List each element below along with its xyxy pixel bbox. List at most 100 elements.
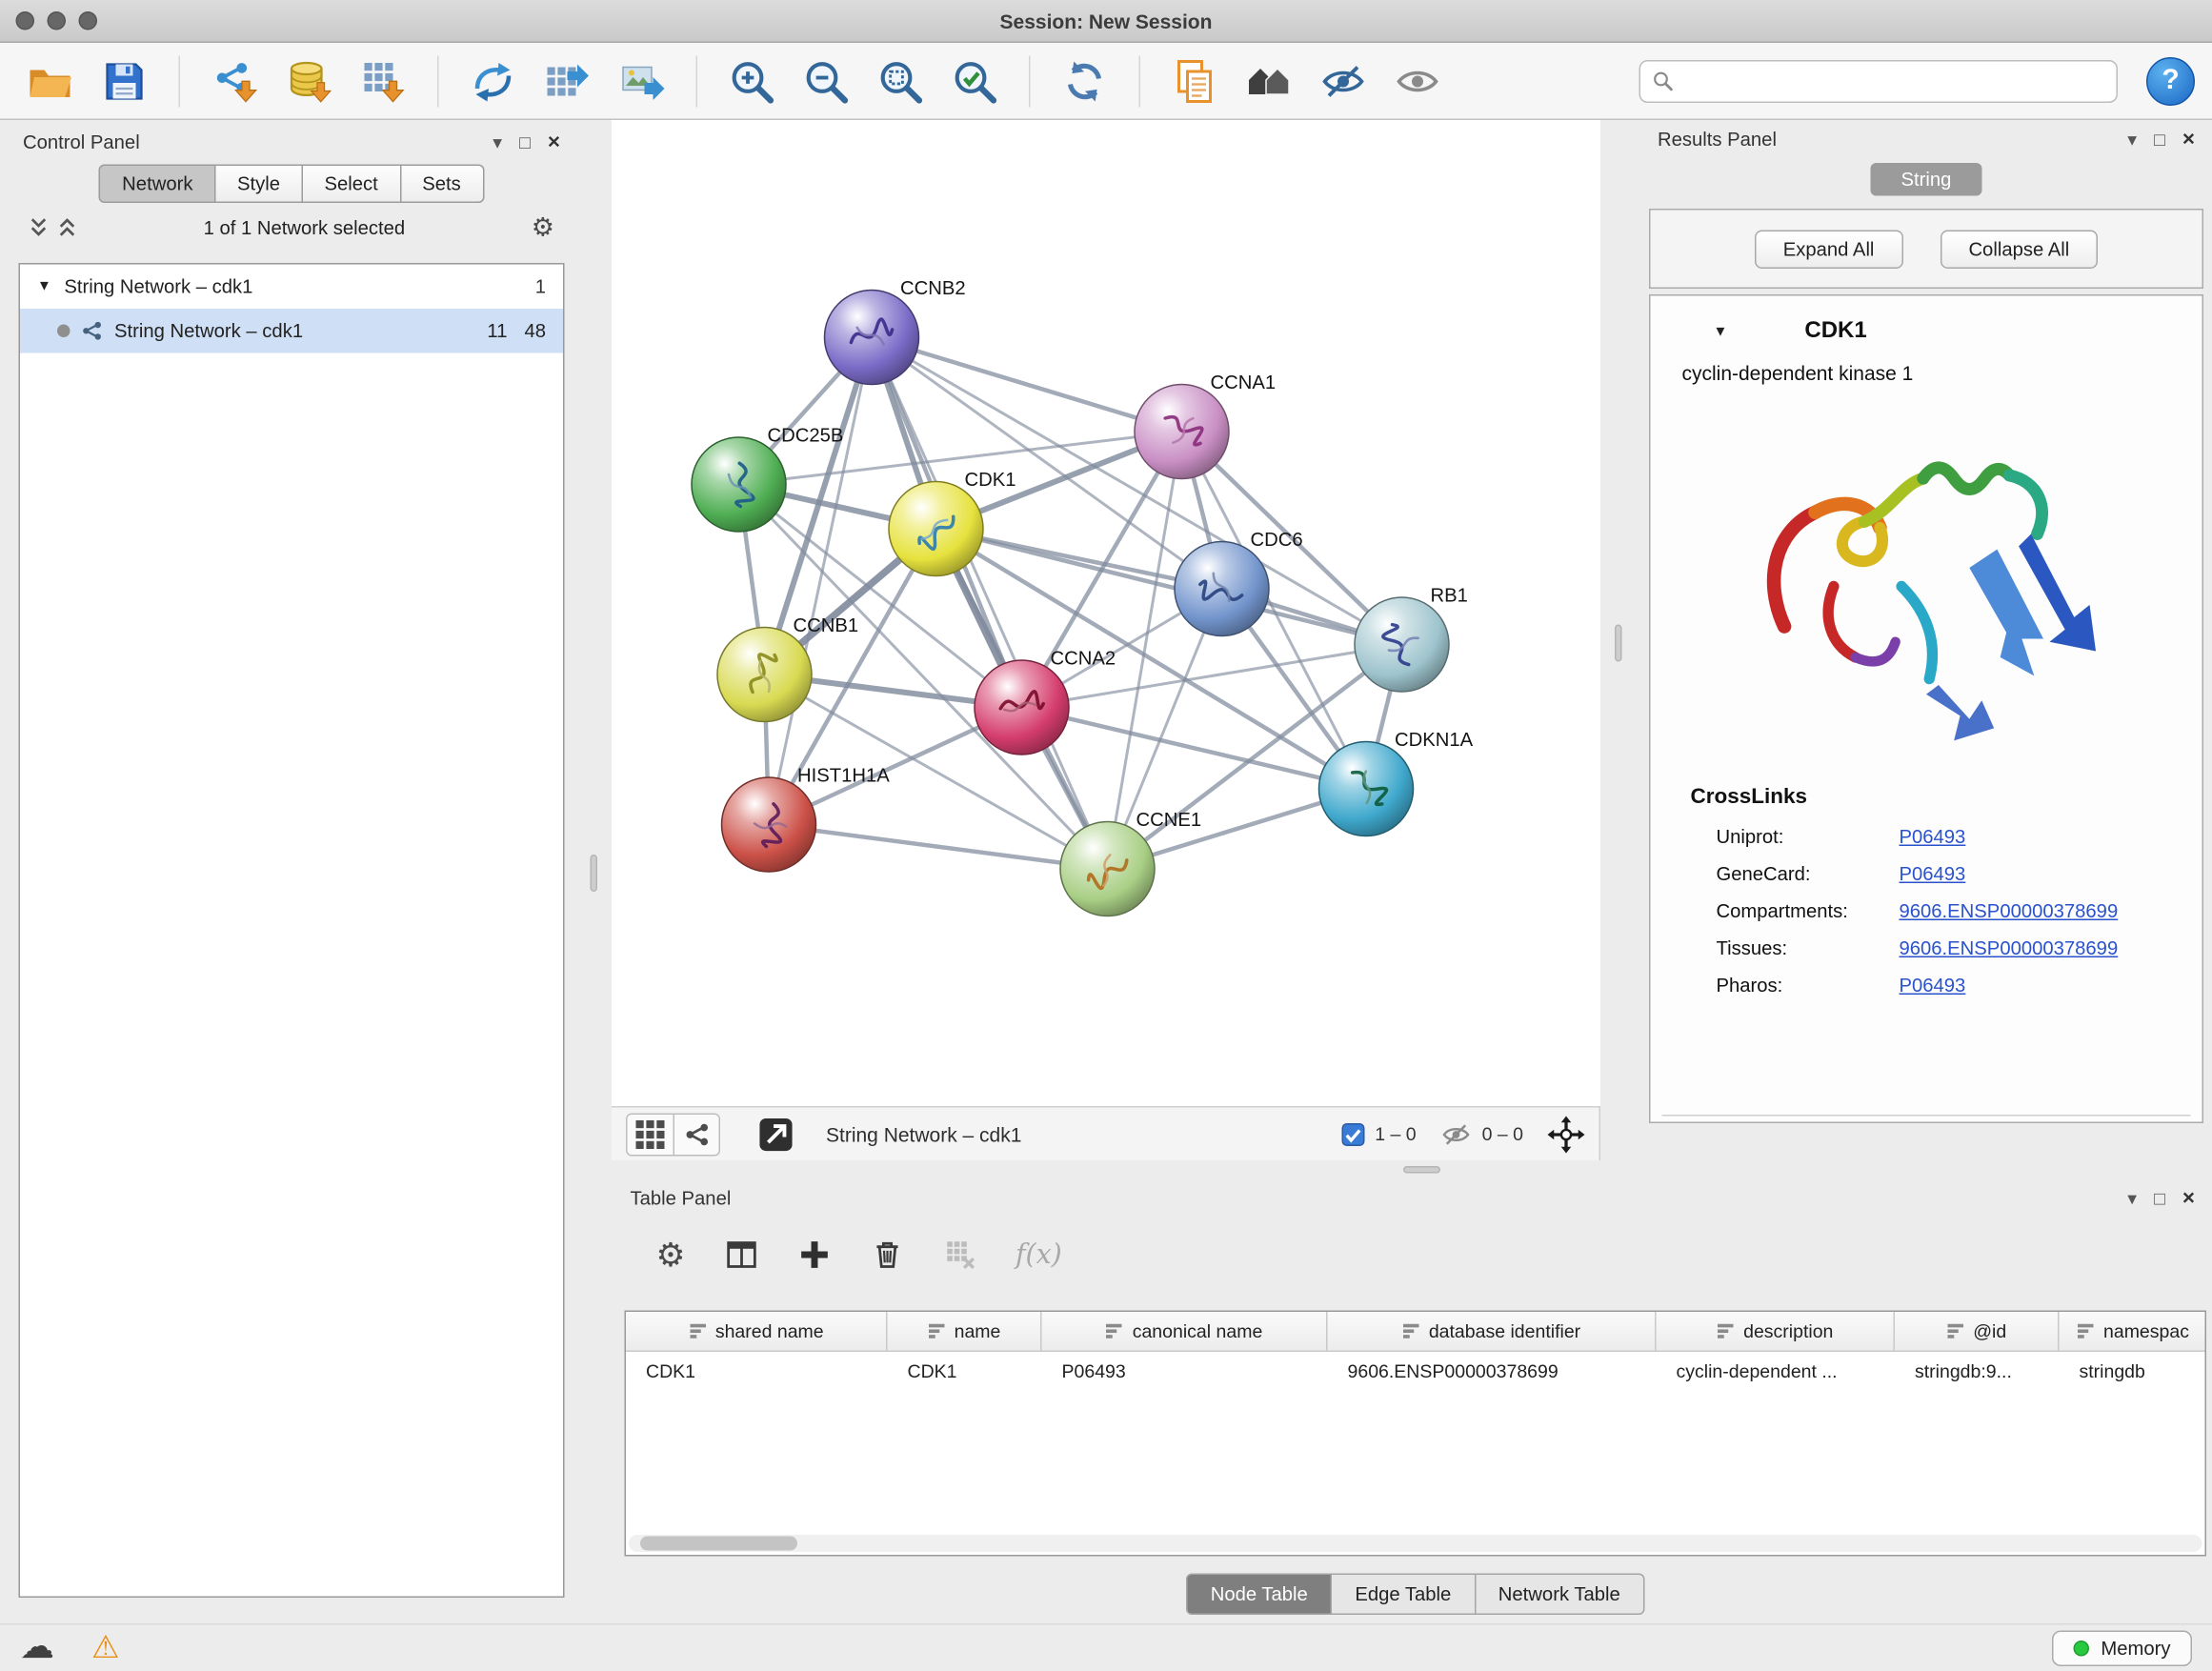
detach-view-button[interactable] bbox=[757, 1116, 794, 1153]
pan-crosshair-icon[interactable] bbox=[1548, 1116, 1585, 1153]
expand-all-button[interactable]: Expand All bbox=[1755, 230, 1903, 269]
tab-style[interactable]: Style bbox=[215, 165, 303, 204]
delete-column-icon[interactable] bbox=[870, 1238, 904, 1272]
canvas-background[interactable] bbox=[612, 120, 1600, 1106]
zoom-selected-button[interactable] bbox=[942, 50, 1008, 112]
network-options-gear-icon[interactable]: ⚙ bbox=[532, 214, 554, 240]
maximize-panel-icon[interactable]: □ bbox=[2154, 130, 2165, 149]
add-column-icon[interactable] bbox=[796, 1238, 831, 1272]
node-CCNB1[interactable] bbox=[717, 628, 812, 722]
tab-network-table[interactable]: Network Table bbox=[1476, 1574, 1644, 1616]
float-panel-icon[interactable]: ▾ bbox=[2127, 130, 2137, 149]
network-canvas[interactable]: CCNB2CCNA1CDC25BCDK1CDC6RB1CCNB1CCNA2CDK… bbox=[612, 120, 1600, 1106]
crosslink-link[interactable]: P06493 bbox=[1900, 862, 1966, 884]
grid-mode-button[interactable] bbox=[628, 1114, 674, 1154]
memory-button[interactable]: Memory bbox=[2052, 1630, 2192, 1666]
table-cell[interactable]: stringdb:9... bbox=[1895, 1352, 2060, 1391]
crosslink-link[interactable]: P06493 bbox=[1900, 974, 1966, 996]
tab-sets[interactable]: Sets bbox=[401, 165, 484, 204]
node-RB1[interactable] bbox=[1355, 597, 1449, 692]
column-header--id[interactable]: @id bbox=[1895, 1312, 2060, 1351]
help-button[interactable]: ? bbox=[2146, 56, 2195, 105]
import-network-database-button[interactable] bbox=[276, 50, 342, 112]
import-table-file-button[interactable] bbox=[351, 50, 416, 112]
node-CCNE1[interactable] bbox=[1060, 822, 1155, 916]
tab-edge-table[interactable]: Edge Table bbox=[1332, 1574, 1475, 1616]
collapse-all-icon[interactable] bbox=[29, 217, 49, 237]
node-CCNB2[interactable] bbox=[825, 291, 919, 385]
horizontal-splitter-handle[interactable] bbox=[1403, 1166, 1440, 1174]
import-network-file-button[interactable] bbox=[202, 50, 268, 112]
node-CCNA1[interactable] bbox=[1135, 385, 1229, 479]
warning-status-icon[interactable]: ⚠ bbox=[91, 1632, 120, 1663]
close-panel-icon[interactable]: × bbox=[2182, 1187, 2195, 1209]
gene-section-expander-icon[interactable]: ▼ bbox=[1714, 324, 1728, 340]
export-table-button[interactable] bbox=[534, 50, 600, 112]
save-session-button[interactable] bbox=[91, 50, 157, 112]
crosslink-link[interactable]: 9606.ENSP00000378699 bbox=[1900, 899, 2119, 921]
float-panel-icon[interactable]: ▾ bbox=[2127, 1188, 2137, 1207]
show-columns-icon[interactable] bbox=[724, 1238, 758, 1272]
collapse-all-button[interactable]: Collapse All bbox=[1940, 230, 2098, 269]
close-window-button[interactable] bbox=[16, 11, 35, 30]
node-CDK1[interactable] bbox=[889, 482, 983, 576]
table-cell[interactable]: CDK1 bbox=[888, 1352, 1042, 1391]
tree-expander-icon[interactable]: ▼ bbox=[37, 279, 51, 295]
zoom-in-button[interactable] bbox=[719, 50, 785, 112]
crosslink-link[interactable]: P06493 bbox=[1900, 825, 1966, 847]
zoom-fit-button[interactable] bbox=[868, 50, 934, 112]
node-CDC25B[interactable] bbox=[692, 437, 786, 532]
table-cell[interactable]: cyclin-dependent ... bbox=[1657, 1352, 1896, 1391]
tab-network[interactable]: Network bbox=[99, 165, 215, 204]
tab-node-table[interactable]: Node Table bbox=[1186, 1574, 1332, 1616]
network-mode-button[interactable] bbox=[674, 1114, 719, 1154]
column-header-canonical-name[interactable]: canonical name bbox=[1042, 1312, 1328, 1351]
node-CDC6[interactable] bbox=[1175, 542, 1269, 636]
table-options-gear-icon[interactable]: ⚙ bbox=[656, 1238, 686, 1272]
column-header-namespac[interactable]: namespac bbox=[2060, 1312, 2207, 1351]
node-CCNA2[interactable] bbox=[975, 660, 1069, 755]
maximize-panel-icon[interactable]: □ bbox=[2154, 1188, 2165, 1207]
minimize-window-button[interactable] bbox=[48, 11, 67, 30]
table-cell[interactable]: CDK1 bbox=[626, 1352, 888, 1391]
table-cell[interactable]: P06493 bbox=[1042, 1352, 1328, 1391]
maximize-panel-icon[interactable]: □ bbox=[519, 132, 531, 151]
float-panel-icon[interactable]: ▾ bbox=[493, 132, 502, 151]
column-header-shared-name[interactable]: shared name bbox=[626, 1312, 888, 1351]
search-input[interactable] bbox=[1682, 70, 2105, 92]
show-all-button[interactable] bbox=[1385, 50, 1451, 112]
open-session-button[interactable] bbox=[17, 50, 83, 112]
refresh-view-button[interactable] bbox=[1052, 50, 1117, 112]
open-folder-icon bbox=[26, 56, 74, 105]
crosslink-row: Pharos:P06493 bbox=[1717, 966, 2202, 1003]
hide-selected-button[interactable] bbox=[1311, 50, 1377, 112]
close-panel-icon[interactable]: × bbox=[548, 131, 560, 152]
tab-string[interactable]: String bbox=[1871, 163, 1982, 196]
crosslink-link[interactable]: 9606.ENSP00000378699 bbox=[1900, 936, 2119, 958]
close-panel-icon[interactable]: × bbox=[2182, 128, 2195, 150]
right-splitter-handle[interactable] bbox=[1615, 625, 1622, 662]
column-header-database-identifier[interactable]: database identifier bbox=[1328, 1312, 1657, 1351]
cloud-status-icon[interactable]: ☁ bbox=[20, 1631, 54, 1665]
table-horizontal-scrollbar[interactable] bbox=[629, 1535, 2202, 1552]
table-cell[interactable]: 9606.ENSP00000378699 bbox=[1328, 1352, 1657, 1391]
table-row[interactable]: CDK1CDK1P064939606.ENSP00000378699cyclin… bbox=[626, 1352, 2205, 1391]
new-network-from-selection-button[interactable] bbox=[460, 50, 526, 112]
node-HIST1H1A[interactable] bbox=[722, 777, 816, 872]
zoom-window-button[interactable] bbox=[79, 11, 98, 30]
network-collection-row[interactable]: ▼ String Network – cdk1 1 bbox=[20, 265, 563, 310]
scrollbar-thumb[interactable] bbox=[640, 1537, 797, 1551]
column-label: canonical name bbox=[1133, 1320, 1263, 1342]
column-header-name[interactable]: name bbox=[888, 1312, 1042, 1351]
left-splitter-handle[interactable] bbox=[591, 855, 598, 892]
copy-views-button[interactable] bbox=[1162, 50, 1228, 112]
column-header-description[interactable]: description bbox=[1657, 1312, 1896, 1351]
node-CDKN1A[interactable] bbox=[1319, 742, 1414, 836]
tab-select[interactable]: Select bbox=[303, 165, 401, 204]
expand-all-icon[interactable] bbox=[57, 217, 77, 237]
network-row-selected[interactable]: String Network – cdk1 11 48 bbox=[20, 309, 563, 353]
zoom-out-button[interactable] bbox=[794, 50, 859, 112]
export-image-button[interactable] bbox=[609, 50, 674, 112]
home-button[interactable] bbox=[1237, 50, 1302, 112]
table-cell[interactable]: stringdb bbox=[2060, 1352, 2207, 1391]
